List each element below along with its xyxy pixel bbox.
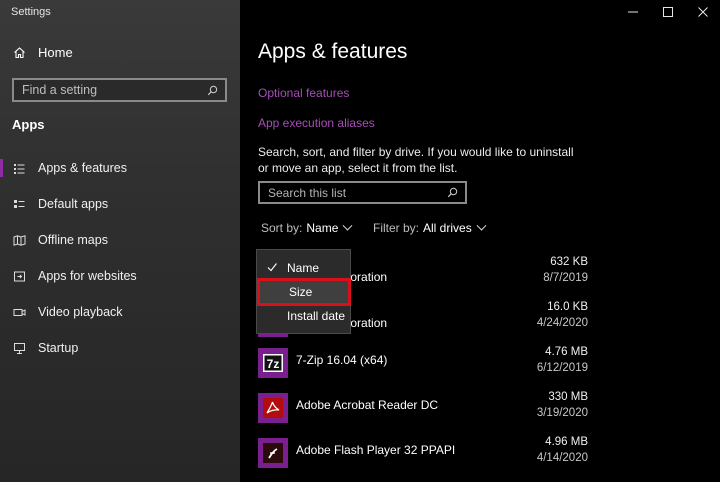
sidebar-item-apps-features[interactable]: Apps & features bbox=[0, 150, 240, 186]
app-size: 4.76 MB bbox=[545, 346, 588, 358]
app-size: 4.96 MB bbox=[545, 436, 588, 448]
section-label-apps: Apps bbox=[12, 117, 45, 132]
search-icon[interactable] bbox=[205, 83, 219, 97]
find-setting-input[interactable]: Find a setting bbox=[12, 78, 227, 102]
home-label: Home bbox=[38, 45, 73, 60]
app-date: 8/7/2019 bbox=[543, 272, 588, 284]
close-button[interactable] bbox=[688, 4, 718, 20]
chevron-down-icon bbox=[342, 220, 353, 231]
flash-icon bbox=[258, 438, 288, 468]
app-date: 4/24/2020 bbox=[536, 317, 588, 329]
sort-option-label: Size bbox=[289, 285, 313, 299]
app-name: 7-Zip 16.04 (x64) bbox=[296, 353, 388, 367]
optional-features-link[interactable]: Optional features bbox=[258, 86, 349, 100]
maximize-button[interactable] bbox=[653, 4, 683, 20]
maximize-icon bbox=[663, 7, 673, 17]
page-title: Apps & features bbox=[258, 40, 408, 63]
checkmark-icon bbox=[267, 263, 277, 272]
minimize-icon bbox=[628, 11, 638, 13]
startup-icon bbox=[12, 341, 26, 355]
default-apps-icon bbox=[12, 197, 26, 211]
sidebar-item-label: Offline maps bbox=[38, 233, 108, 247]
sidebar-item-label: Apps for websites bbox=[38, 269, 137, 283]
find-setting-placeholder: Find a setting bbox=[22, 83, 98, 97]
sidebar-item-label: Apps & features bbox=[38, 161, 127, 175]
sort-dropdown-menu: Name Size Install date bbox=[256, 249, 351, 334]
minimize-button[interactable] bbox=[618, 4, 648, 20]
sidebar-item-default-apps[interactable]: Default apps bbox=[0, 186, 240, 222]
app-name: Adobe Acrobat Reader DC bbox=[296, 398, 439, 412]
search-list-placeholder: Search this list bbox=[268, 185, 347, 200]
list-item[interactable]: Adobe Flash Player 32 PPAPI 4.96 MB 4/14… bbox=[258, 436, 588, 476]
7zip-icon: 7z bbox=[258, 348, 288, 378]
sidebar-nav: Apps & features Default apps Offline map… bbox=[0, 150, 240, 366]
window-title: Settings bbox=[11, 6, 51, 18]
filter-by-value: All drives bbox=[423, 221, 472, 235]
sidebar-item-label: Startup bbox=[38, 341, 79, 355]
close-icon bbox=[698, 7, 708, 17]
main-content: Apps & features Optional features App ex… bbox=[240, 0, 720, 482]
sidebar-item-offline-maps[interactable]: Offline maps bbox=[0, 222, 240, 258]
app-size: 16.0 KB bbox=[547, 301, 588, 313]
app-execution-aliases-link[interactable]: App execution aliases bbox=[258, 116, 375, 130]
search-icon[interactable] bbox=[445, 186, 459, 200]
sidebar-item-startup[interactable]: Startup bbox=[0, 330, 240, 366]
sidebar-item-label: Default apps bbox=[38, 197, 109, 211]
sort-by-value: Name bbox=[306, 221, 339, 235]
sort-option-install-date[interactable]: Install date bbox=[257, 304, 352, 328]
app-date: 4/14/2020 bbox=[536, 452, 588, 464]
svg-text:7z: 7z bbox=[267, 357, 280, 371]
description-text: Search, sort, and filter by drive. If yo… bbox=[258, 145, 574, 175]
app-name: Adobe Flash Player 32 PPAPI bbox=[296, 443, 456, 457]
list-item[interactable]: 7z 7-Zip 16.04 (x64) 4.76 MB 6/12/2019 bbox=[258, 346, 588, 386]
list-item[interactable]: Adobe Acrobat Reader DC 330 MB 3/19/2020 bbox=[258, 391, 588, 431]
app-date: 6/12/2019 bbox=[536, 362, 588, 374]
sidebar-item-label: Video playback bbox=[38, 305, 123, 319]
sort-option-name[interactable]: Name bbox=[257, 256, 352, 280]
sidebar-item-apps-for-websites[interactable]: Apps for websites bbox=[0, 258, 240, 294]
filter-by-label: Filter by: bbox=[373, 221, 420, 235]
acrobat-icon bbox=[258, 393, 288, 423]
app-date: 3/19/2020 bbox=[536, 407, 588, 419]
apps-websites-icon bbox=[12, 269, 26, 283]
sort-option-label: Install date bbox=[287, 309, 346, 323]
chevron-down-icon bbox=[476, 220, 487, 231]
home-icon bbox=[12, 46, 26, 60]
sidebar-item-video-playback[interactable]: Video playback bbox=[0, 294, 240, 330]
app-size: 330 MB bbox=[548, 391, 588, 403]
sort-option-size[interactable]: Size bbox=[257, 278, 351, 306]
sort-by-label: Sort by: bbox=[261, 221, 303, 235]
search-list-input[interactable]: Search this list bbox=[258, 181, 467, 204]
sidebar: Settings Home Find a setting Apps Apps &… bbox=[0, 0, 240, 482]
video-icon bbox=[12, 305, 26, 319]
apps-features-icon bbox=[12, 161, 26, 175]
app-size: 632 KB bbox=[550, 256, 588, 268]
filter-by-dropdown[interactable]: Filter by: All drives bbox=[373, 220, 487, 235]
offline-maps-icon bbox=[12, 233, 26, 247]
sort-by-dropdown[interactable]: Sort by: Name bbox=[261, 220, 353, 235]
home-nav[interactable]: Home bbox=[12, 45, 73, 60]
sort-option-label: Name bbox=[287, 261, 320, 275]
